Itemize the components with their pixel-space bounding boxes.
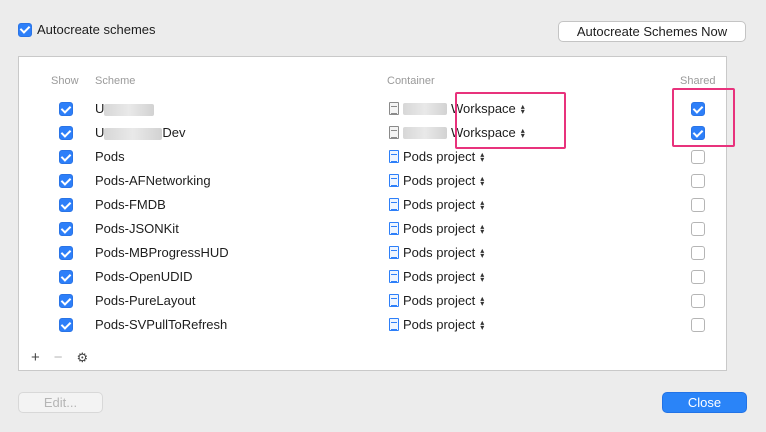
container-label: Pods project: [403, 317, 476, 332]
container-popup[interactable]: Pods project ▴ ▾: [389, 245, 484, 260]
scheme-name-suffix: Dev: [162, 125, 186, 140]
chevron-updown-icon: ▴ ▾: [480, 317, 485, 332]
autocreate-checkbox[interactable]: [18, 22, 32, 37]
redacted-text: [104, 103, 155, 116]
table-row[interactable]: Pods-FMDB Pods project ▴ ▾: [19, 193, 726, 217]
container-label: Pods project: [403, 197, 476, 212]
redacted-text: [403, 126, 447, 139]
show-checkbox[interactable]: [59, 150, 73, 164]
workspace-file-icon: [389, 126, 399, 139]
scheme-name: Pods-SVPullToRefresh: [95, 317, 228, 332]
container-label: Pods project: [403, 269, 476, 284]
scheme-name: Pods-PureLayout: [95, 293, 196, 308]
shared-checkbox[interactable]: [691, 318, 705, 332]
chevron-updown-icon: ▴ ▾: [480, 197, 485, 212]
table-row[interactable]: Pods-AFNetworking Pods project ▴ ▾: [19, 169, 726, 193]
schemes-table: Show Scheme Container Shared U Workspace ▴…: [18, 56, 727, 371]
highlight-shared: [672, 88, 735, 147]
show-checkbox[interactable]: [59, 126, 73, 140]
show-checkbox[interactable]: [59, 246, 73, 260]
show-checkbox[interactable]: [59, 174, 73, 188]
table-row[interactable]: Pods Pods project ▴ ▾: [19, 145, 726, 169]
gear-icon[interactable]: ⚙: [77, 350, 89, 366]
table-row[interactable]: Pods-MBProgressHUD Pods project ▴ ▾: [19, 241, 726, 265]
container-label: Pods project: [403, 293, 476, 308]
table-row[interactable]: Pods-PureLayout Pods project ▴ ▾: [19, 289, 726, 313]
table-toolbar: + − ⚙: [31, 349, 88, 366]
column-header-container[interactable]: Container: [387, 75, 435, 87]
shared-checkbox[interactable]: [691, 222, 705, 236]
project-file-icon: [389, 318, 399, 331]
scheme-name: Pods-MBProgressHUD: [95, 245, 229, 260]
chevron-updown-icon: ▴ ▾: [480, 173, 485, 188]
show-checkbox[interactable]: [59, 318, 73, 332]
chevron-updown-icon: ▴ ▾: [480, 269, 485, 284]
column-header-scheme[interactable]: Scheme: [95, 75, 135, 87]
autocreate-schemes-option[interactable]: Autocreate schemes: [18, 22, 156, 37]
show-checkbox[interactable]: [59, 222, 73, 236]
project-file-icon: [389, 270, 399, 283]
container-label: Pods project: [403, 221, 476, 236]
project-file-icon: [389, 246, 399, 259]
chevron-updown-icon: ▴ ▾: [480, 245, 485, 260]
edit-button[interactable]: Edit...: [18, 392, 103, 413]
shared-checkbox[interactable]: [691, 246, 705, 260]
chevron-updown-icon: ▴ ▾: [480, 221, 485, 236]
scheme-name: U Dev: [95, 125, 186, 140]
container-popup[interactable]: Pods project ▴ ▾: [389, 221, 484, 236]
chevron-updown-icon: ▴ ▾: [480, 149, 485, 164]
container-popup[interactable]: Pods project ▴ ▾: [389, 149, 484, 164]
shared-checkbox[interactable]: [691, 150, 705, 164]
highlight-container: [455, 92, 566, 149]
container-label: Pods project: [403, 245, 476, 260]
remove-icon[interactable]: −: [54, 349, 63, 366]
shared-checkbox[interactable]: [691, 294, 705, 308]
project-file-icon: [389, 174, 399, 187]
show-checkbox[interactable]: [59, 270, 73, 284]
shared-checkbox[interactable]: [691, 174, 705, 188]
table-row[interactable]: Pods-SVPullToRefresh Pods project ▴ ▾: [19, 313, 726, 337]
redacted-text: [403, 102, 447, 115]
container-popup[interactable]: Pods project ▴ ▾: [389, 269, 484, 284]
autocreate-label: Autocreate schemes: [37, 22, 156, 37]
scheme-name: U: [95, 101, 155, 116]
scheme-name: Pods-JSONKit: [95, 221, 179, 236]
scheme-name-prefix: U: [95, 101, 105, 116]
container-label: Pods project: [403, 173, 476, 188]
redacted-text: [104, 127, 163, 140]
show-checkbox[interactable]: [59, 198, 73, 212]
project-file-icon: [389, 150, 399, 163]
workspace-file-icon: [389, 102, 399, 115]
show-checkbox[interactable]: [59, 294, 73, 308]
scheme-name: Pods-FMDB: [95, 197, 166, 212]
container-popup[interactable]: Pods project ▴ ▾: [389, 173, 484, 188]
table-row[interactable]: Pods-OpenUDID Pods project ▴ ▾: [19, 265, 726, 289]
show-checkbox[interactable]: [59, 102, 73, 116]
container-popup[interactable]: Pods project ▴ ▾: [389, 197, 484, 212]
chevron-updown-icon: ▴ ▾: [480, 293, 485, 308]
container-popup[interactable]: Pods project ▴ ▾: [389, 317, 484, 332]
table-row[interactable]: U Dev Workspace ▴ ▾: [19, 121, 726, 145]
table-row[interactable]: U Workspace ▴ ▾: [19, 97, 726, 121]
close-button[interactable]: Close: [662, 392, 747, 413]
add-icon[interactable]: +: [31, 349, 40, 366]
shared-checkbox[interactable]: [691, 270, 705, 284]
scheme-name: Pods-OpenUDID: [95, 269, 193, 284]
shared-checkbox[interactable]: [691, 198, 705, 212]
project-file-icon: [389, 198, 399, 211]
table-row[interactable]: Pods-JSONKit Pods project ▴ ▾: [19, 217, 726, 241]
scheme-name-prefix: U: [95, 125, 105, 140]
scheme-name: Pods-AFNetworking: [95, 173, 211, 188]
container-label: Pods project: [403, 149, 476, 164]
project-file-icon: [389, 222, 399, 235]
autocreate-schemes-now-button[interactable]: Autocreate Schemes Now: [558, 21, 746, 42]
column-header-shared[interactable]: Shared: [680, 75, 715, 87]
scheme-name: Pods: [95, 149, 125, 164]
column-header-show[interactable]: Show: [51, 75, 79, 87]
project-file-icon: [389, 294, 399, 307]
container-popup[interactable]: Pods project ▴ ▾: [389, 293, 484, 308]
